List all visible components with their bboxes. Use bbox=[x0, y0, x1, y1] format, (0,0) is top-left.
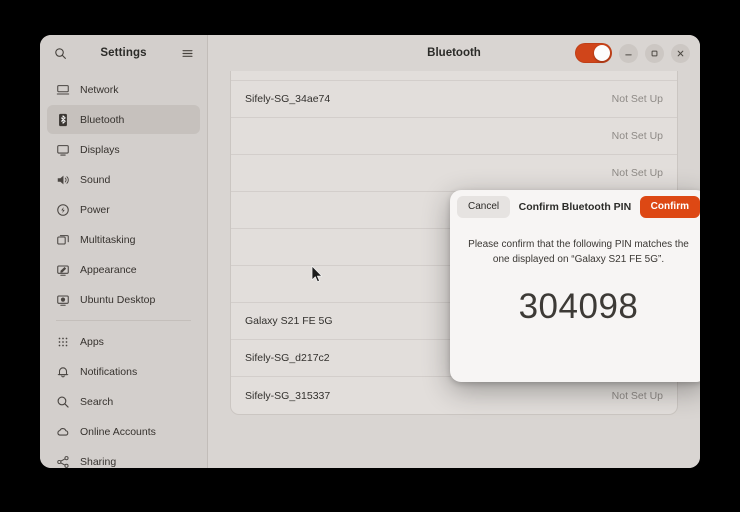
hamburger-menu-icon[interactable] bbox=[176, 42, 198, 64]
titlebar-controls bbox=[575, 43, 690, 63]
sidebar-item-label: Network bbox=[80, 83, 119, 96]
dialog-header: Cancel Confirm Bluetooth PIN Confirm bbox=[450, 190, 700, 223]
status-badge: Not Set Up bbox=[611, 167, 663, 179]
dialog-body: Please confirm that the following PIN ma… bbox=[450, 223, 700, 382]
multitasking-icon bbox=[55, 232, 70, 247]
main-panel: Bluetooth PLDT190_ef718b bbox=[208, 35, 700, 468]
sidebar-item-label: Online Accounts bbox=[80, 425, 156, 438]
device-name: Sifely-SG_34ae74 bbox=[245, 93, 331, 105]
sidebar-item-online-accounts[interactable]: Online Accounts bbox=[47, 417, 200, 446]
cancel-button[interactable]: Cancel bbox=[457, 195, 511, 218]
dialog-message: Please confirm that the following PIN ma… bbox=[468, 239, 689, 265]
toggle-knob bbox=[594, 45, 610, 61]
status-badge: Not Set Up bbox=[611, 93, 663, 105]
status-badge: Not Set Up bbox=[611, 130, 663, 142]
network-icon bbox=[55, 82, 70, 97]
sidebar-item-label: Ubuntu Desktop bbox=[80, 293, 156, 306]
sidebar-item-label: Displays bbox=[80, 143, 120, 156]
bluetooth-toggle[interactable] bbox=[575, 43, 612, 63]
sidebar-item-ubuntu-desktop[interactable]: Ubuntu Desktop bbox=[47, 285, 200, 314]
sidebar-nav-list: Network Bluetooth Displays Sound Power M… bbox=[40, 71, 207, 468]
display-icon bbox=[55, 142, 70, 157]
table-row[interactable]: Not Set Up bbox=[231, 155, 677, 192]
search-icon bbox=[55, 394, 70, 409]
sidebar-item-apps[interactable]: Apps bbox=[47, 327, 200, 356]
table-row[interactable]: PLDT190_ef718b Not Set Up bbox=[231, 71, 677, 81]
sidebar-item-appearance[interactable]: Appearance bbox=[47, 255, 200, 284]
sidebar-item-notifications[interactable]: Notifications bbox=[47, 357, 200, 386]
bluetooth-icon bbox=[55, 112, 70, 127]
sidebar-header: Settings bbox=[40, 35, 207, 71]
sidebar-title: Settings bbox=[100, 47, 147, 59]
table-row[interactable]: Not Set Up bbox=[231, 118, 677, 155]
sidebar: Settings Network Bluetooth Displays Soun… bbox=[40, 35, 208, 468]
sidebar-item-search[interactable]: Search bbox=[47, 387, 200, 416]
pin-code: 304098 bbox=[518, 287, 639, 326]
close-button[interactable] bbox=[671, 43, 690, 63]
sidebar-item-sound[interactable]: Sound bbox=[47, 165, 200, 194]
sidebar-item-label: Power bbox=[80, 203, 110, 216]
dialog-title: Confirm Bluetooth PIN bbox=[518, 200, 632, 213]
sound-icon bbox=[55, 172, 70, 187]
share-nodes-icon bbox=[55, 454, 70, 468]
sidebar-item-label: Sharing bbox=[80, 455, 117, 468]
minimize-button[interactable] bbox=[619, 43, 638, 63]
titlebar: Bluetooth bbox=[208, 35, 700, 71]
status-badge: Not Set Up bbox=[611, 389, 663, 402]
sidebar-item-label: Search bbox=[80, 395, 114, 408]
power-icon bbox=[55, 202, 70, 217]
confirm-bluetooth-pin-dialog: Cancel Confirm Bluetooth PIN Confirm Ple… bbox=[450, 190, 700, 382]
confirm-button[interactable]: Confirm bbox=[639, 195, 700, 218]
sidebar-item-displays[interactable]: Displays bbox=[47, 135, 200, 164]
maximize-button[interactable] bbox=[645, 43, 664, 63]
search-icon[interactable] bbox=[49, 42, 71, 64]
appearance-icon bbox=[55, 262, 70, 277]
apps-grid-icon bbox=[55, 334, 70, 349]
sidebar-item-power[interactable]: Power bbox=[47, 195, 200, 224]
sidebar-item-label: Apps bbox=[80, 335, 104, 348]
ubuntu-desktop-icon bbox=[55, 292, 70, 307]
sidebar-item-label: Sound bbox=[80, 173, 111, 186]
sidebar-item-network[interactable]: Network bbox=[47, 75, 200, 104]
table-row[interactable]: Sifely-SG_315337 Not Set Up bbox=[231, 377, 677, 414]
sidebar-item-bluetooth[interactable]: Bluetooth bbox=[47, 105, 200, 134]
cloud-icon bbox=[55, 424, 70, 439]
sidebar-item-label: Notifications bbox=[80, 365, 138, 378]
sidebar-item-label: Bluetooth bbox=[80, 113, 125, 126]
sidebar-item-multitasking[interactable]: Multitasking bbox=[47, 225, 200, 254]
bell-icon bbox=[55, 364, 70, 379]
sidebar-item-label: Multitasking bbox=[80, 233, 136, 246]
settings-window: Settings Network Bluetooth Displays Soun… bbox=[40, 35, 700, 468]
table-row[interactable]: Sifely-SG_34ae74 Not Set Up bbox=[231, 81, 677, 118]
sidebar-divider bbox=[56, 320, 191, 321]
sidebar-item-label: Appearance bbox=[80, 263, 137, 276]
device-name: Sifely-SG_315337 bbox=[245, 389, 331, 402]
sidebar-item-sharing[interactable]: Sharing bbox=[47, 447, 200, 468]
